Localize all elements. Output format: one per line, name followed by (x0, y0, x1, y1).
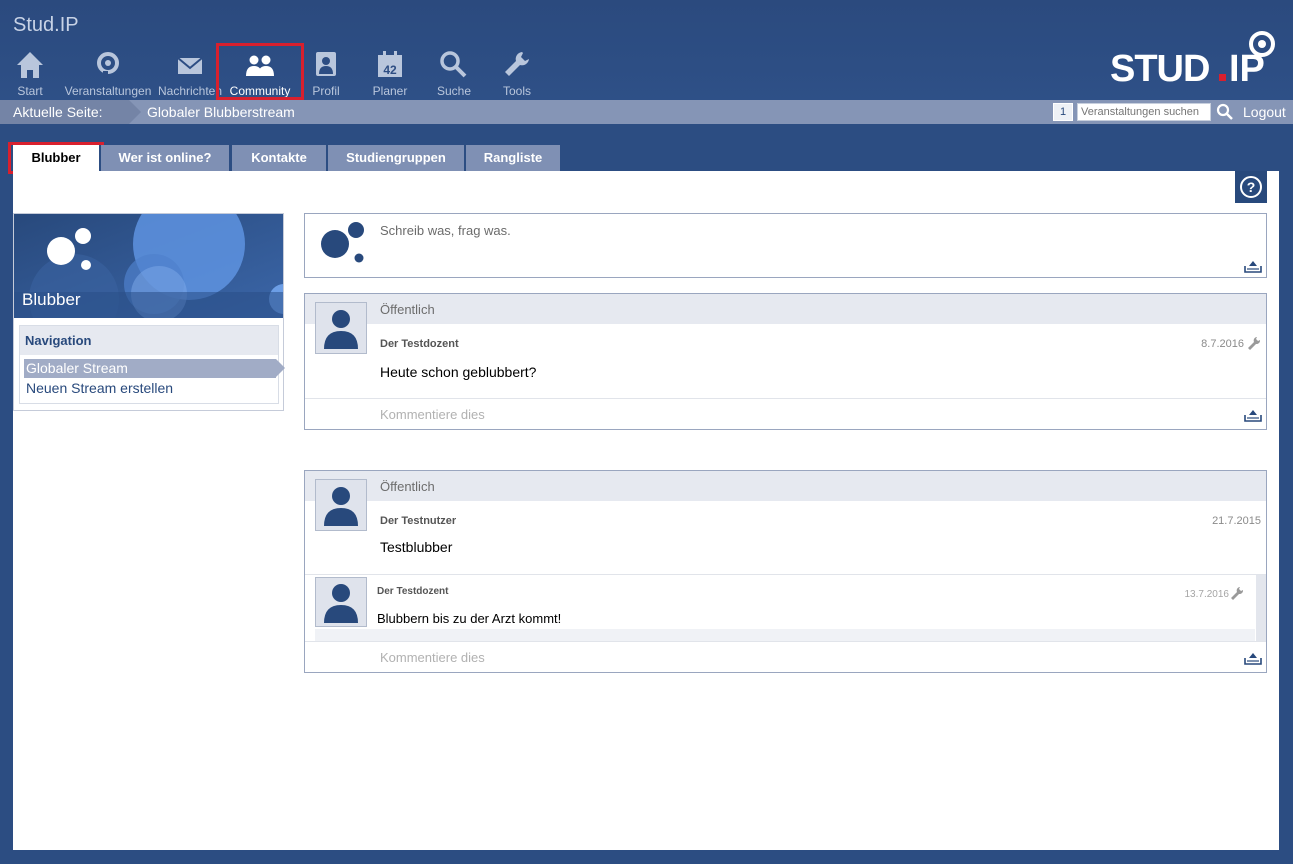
avatar[interactable] (315, 302, 367, 354)
comment-placeholder: Kommentiere dies (380, 407, 485, 422)
reply-date: 13.7.2016 (1184, 589, 1230, 600)
course-search-input[interactable] (1077, 103, 1211, 121)
sidebar-link-global-stream[interactable]: Globaler Stream (24, 359, 285, 378)
nav-profil[interactable]: Profil (310, 46, 342, 98)
post-text: Testblubber (380, 539, 453, 555)
nav-start-label: Start (17, 84, 43, 98)
sidebar-header-image: Blubber (14, 214, 283, 318)
post-date: 21.7.2015 (1212, 515, 1261, 527)
send-icon[interactable] (1244, 650, 1262, 665)
courses-icon (97, 52, 119, 78)
nav-planer-label: Planer (372, 84, 408, 98)
reply-text: Blubbern bis zu der Arzt kommt! (377, 611, 562, 626)
avatar[interactable] (315, 479, 367, 531)
blubber-post: Öffentlich Der Testnutzer 21.7.2015 Test… (304, 470, 1267, 673)
nav-planer[interactable]: 42 Planer (372, 46, 408, 98)
tab-rangliste[interactable]: Rangliste (466, 145, 560, 171)
nav-suche[interactable]: Suche (437, 46, 472, 98)
nav-start[interactable]: Start (13, 46, 47, 98)
svg-text:42: 42 (383, 63, 397, 77)
reply-scrollbar[interactable] (1256, 575, 1266, 642)
svg-text:STUD: STUD (1110, 48, 1209, 90)
comment-placeholder: Kommentiere dies (380, 650, 485, 665)
send-icon[interactable] (1244, 258, 1262, 273)
profile-icon (316, 52, 336, 76)
calendar-icon: 42 (378, 51, 402, 77)
blubber-post: Öffentlich Der Testdozent 8.7.2016 Heute… (304, 293, 1267, 430)
logout-link[interactable]: Logout (1243, 100, 1286, 124)
nav-veranstaltungen[interactable]: Veranstaltungen (64, 46, 152, 98)
nav-nachrichten-label: Nachrichten (158, 84, 223, 98)
sidebar-link-new-stream[interactable]: Neuen Stream erstellen (24, 379, 276, 398)
nav-tools-label: Tools (502, 84, 531, 98)
blubber-composer[interactable]: Schreib was, frag was. (304, 213, 1267, 278)
nav-suche-label: Suche (437, 84, 472, 98)
send-icon[interactable] (1244, 407, 1262, 422)
composer-placeholder: Schreib was, frag was. (380, 223, 511, 238)
reply-item: Der Testdozent 13.7.2016 Blubbern bis zu… (305, 574, 1266, 642)
sidebar-navigation: Navigation Globaler Stream Neuen Stream … (19, 325, 285, 404)
post-text: Heute schon geblubbert? (380, 364, 537, 380)
content-area: ? Blubber Navigation Globaler Stream Neu… (13, 171, 1279, 850)
tab-kontakte[interactable]: Kontakte (232, 145, 326, 171)
search-button-icon[interactable] (1215, 103, 1235, 121)
nav-veranstaltungen-label: Veranstaltungen (64, 84, 152, 98)
breadcrumb-label: Aktuelle Seite: (0, 100, 140, 124)
comment-row[interactable]: Kommentiere dies (305, 641, 1266, 672)
edit-wrench-icon[interactable] (1247, 336, 1261, 350)
reply-author[interactable]: Der Testdozent (377, 586, 449, 597)
svg-text:?: ? (1247, 179, 1256, 195)
post-visibility: Öffentlich (380, 302, 435, 317)
wrench-icon (505, 52, 529, 76)
post-author[interactable]: Der Testdozent (380, 338, 459, 350)
studip-logo: STUD IP (1110, 31, 1275, 90)
tab-wer-ist-online[interactable]: Wer ist online? (101, 145, 229, 171)
post-visibility: Öffentlich (380, 479, 435, 494)
sidebar: Blubber Navigation Globaler Stream Neuen… (13, 213, 285, 411)
post-author[interactable]: Der Testnutzer (380, 515, 456, 527)
post-header: Öffentlich (305, 294, 1266, 324)
comment-row[interactable]: Kommentiere dies (305, 398, 1266, 429)
community-icon (246, 55, 274, 76)
post-header: Öffentlich (305, 471, 1266, 501)
edit-wrench-icon[interactable] (1230, 586, 1244, 600)
home-icon (17, 52, 43, 78)
top-bar: Stud.IP Start Veranstaltungen Nachrichte… (0, 0, 1293, 100)
help-icon[interactable]: ? (1235, 171, 1267, 203)
nav-profil-label: Profil (312, 84, 340, 98)
notification-badge[interactable]: 1 (1053, 103, 1073, 121)
tab-studiengruppen[interactable]: Studiengruppen (328, 145, 464, 171)
post-date: 8.7.2016 (1201, 338, 1244, 350)
tab-blubber[interactable]: Blubber (8, 142, 104, 174)
sidebar-title: Blubber (22, 290, 81, 309)
avatar[interactable] (315, 577, 367, 627)
nav-tools[interactable]: Tools (501, 46, 533, 98)
mail-icon (177, 57, 203, 74)
nav-community[interactable]: Community (216, 43, 304, 100)
breadcrumb-page: Globaler Blubberstream (147, 104, 295, 120)
sidebar-nav-heading: Navigation (20, 326, 278, 355)
blubber-bubbles-icon (321, 222, 364, 263)
nav-community-label: Community (229, 84, 291, 98)
nav-nachrichten[interactable]: Nachrichten (158, 46, 222, 98)
search-icon (440, 51, 467, 78)
app-title: Stud.IP (13, 14, 79, 36)
breadcrumb-bar: Aktuelle Seite: Globaler Blubberstream 1… (0, 100, 1293, 124)
